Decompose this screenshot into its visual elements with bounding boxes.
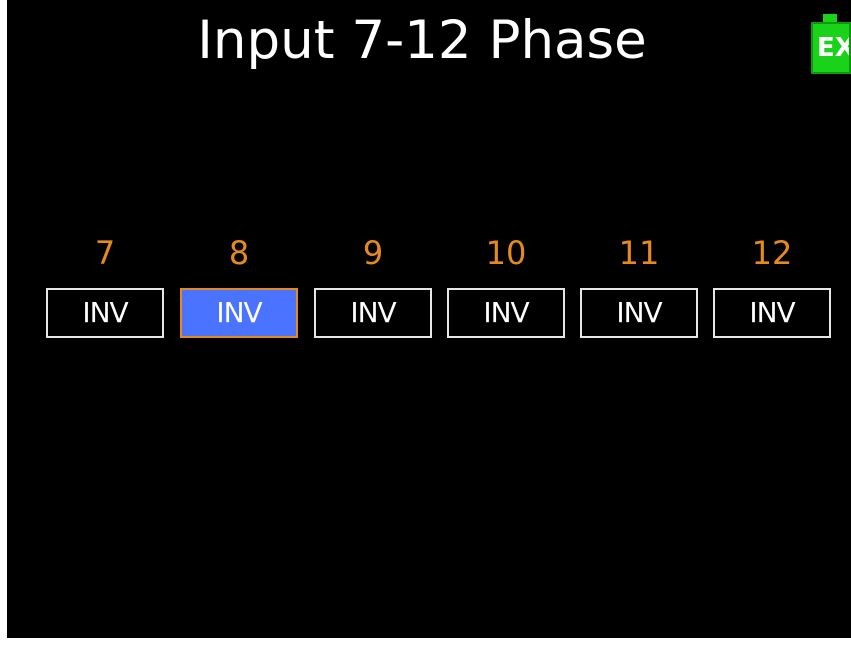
channel-10: 10 INV <box>447 228 565 340</box>
device-screen: Input 7-12 Phase EX 7 INV 8 INV 9 INV 10… <box>7 0 851 638</box>
phase-invert-button[interactable]: INV <box>46 288 164 338</box>
phase-invert-button[interactable]: INV <box>713 288 831 338</box>
channel-9: 9 INV <box>314 228 432 340</box>
page-title: Input 7-12 Phase <box>197 10 647 71</box>
phase-invert-button[interactable]: INV <box>447 288 565 338</box>
channel-number: 11 <box>618 234 660 272</box>
battery-label: EX <box>811 22 851 74</box>
phase-invert-button[interactable]: INV <box>580 288 698 338</box>
channel-number: 7 <box>94 234 116 272</box>
channel-number: 12 <box>751 234 793 272</box>
channel-11: 11 INV <box>580 228 698 340</box>
phase-invert-button[interactable]: INV <box>180 288 298 338</box>
channel-12: 12 INV <box>713 228 831 340</box>
phase-invert-button[interactable]: INV <box>314 288 432 338</box>
channel-number: 8 <box>228 234 250 272</box>
channel-number: 10 <box>485 234 527 272</box>
channel-7: 7 INV <box>46 228 164 340</box>
channel-number: 9 <box>362 234 384 272</box>
battery-external-icon: EX <box>809 14 851 74</box>
channel-8: 8 INV <box>180 228 298 340</box>
battery-cap <box>823 14 837 22</box>
